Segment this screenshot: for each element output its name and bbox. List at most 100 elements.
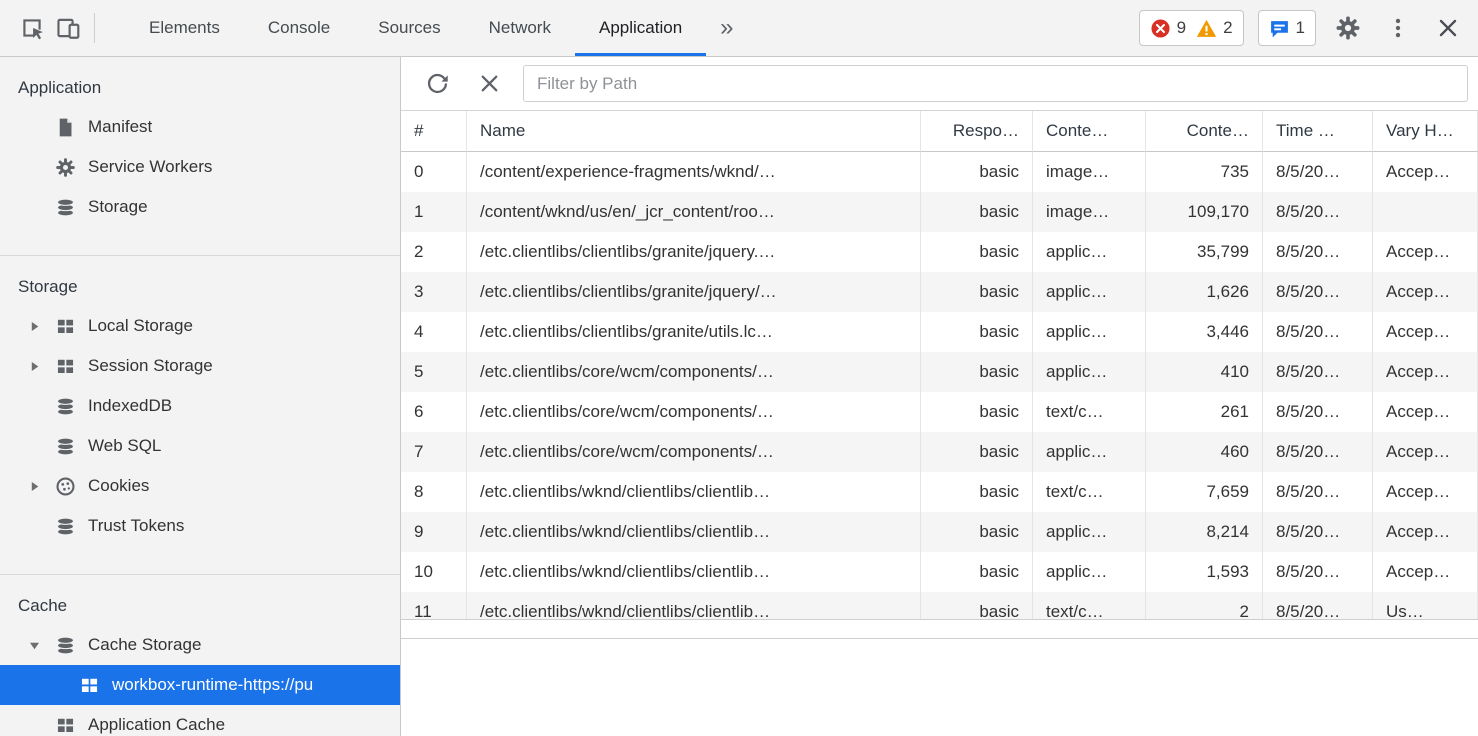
document-icon (54, 116, 76, 138)
cache-row-10[interactable]: 10/etc.clientlibs/wknd/clientlibs/client… (401, 552, 1478, 592)
cell-name: /content/wknd/us/en/_jcr_content/roo… (467, 192, 921, 232)
issues-badge[interactable]: 1 (1258, 10, 1316, 46)
cache-preview-pane (401, 639, 1478, 736)
sidebar-item-local-storage[interactable]: Local Storage (0, 306, 400, 346)
expander-collapsed-icon[interactable] (28, 360, 54, 373)
expander-collapsed-icon[interactable] (28, 320, 54, 333)
cache-row-3[interactable]: 3/etc.clientlibs/clientlibs/granite/jque… (401, 272, 1478, 312)
gear-icon (54, 156, 76, 178)
cell-response-type: basic (921, 552, 1033, 592)
cell-row-index: 8 (401, 472, 467, 512)
table-icon (54, 355, 76, 377)
cell-time-cached: 8/5/20… (1263, 512, 1373, 552)
device-toolbar-button[interactable] (50, 10, 86, 46)
cell-name: /etc.clientlibs/core/wcm/components/… (467, 392, 921, 432)
column-header-row-index[interactable]: # (401, 111, 467, 152)
cache-row-0[interactable]: 0/content/experience-fragments/wknd/…bas… (401, 152, 1478, 192)
errors-warnings-badge[interactable]: 9 2 (1139, 10, 1244, 46)
cell-response-type: basic (921, 512, 1033, 552)
sidebar-item-web-sql[interactable]: Web SQL (0, 426, 400, 466)
cell-time-cached: 8/5/20… (1263, 552, 1373, 592)
sidebar-item-label: Application Cache (88, 715, 225, 735)
column-header-time-cached[interactable]: Time … (1263, 111, 1373, 152)
sidebar-item-label: IndexedDB (88, 396, 172, 416)
cell-content-length: 7,659 (1146, 472, 1263, 512)
tab-application[interactable]: Application (575, 0, 706, 56)
cell-response-type: basic (921, 392, 1033, 432)
cache-row-8[interactable]: 8/etc.clientlibs/wknd/clientlibs/clientl… (401, 472, 1478, 512)
tab-network[interactable]: Network (465, 0, 575, 56)
column-header-response-type[interactable]: Respo… (921, 111, 1033, 152)
filter-by-path-input[interactable] (523, 65, 1468, 102)
kebab-menu-button[interactable] (1380, 10, 1416, 46)
cell-time-cached: 8/5/20… (1263, 352, 1373, 392)
cell-vary-header: Accep… (1373, 552, 1478, 592)
cell-time-cached: 8/5/20… (1263, 272, 1373, 312)
cell-content-type: applic… (1033, 232, 1146, 272)
sidebar-item-indexeddb[interactable]: IndexedDB (0, 386, 400, 426)
cell-content-type: applic… (1033, 432, 1146, 472)
cell-content-type: text/c… (1033, 392, 1146, 432)
cell-content-type: applic… (1033, 312, 1146, 352)
close-devtools-button[interactable] (1430, 10, 1466, 46)
cell-response-type: basic (921, 312, 1033, 352)
cell-row-index: 0 (401, 152, 467, 192)
sidebar-item-manifest[interactable]: Manifest (0, 107, 400, 147)
tab-sources[interactable]: Sources (354, 0, 464, 56)
cache-row-2[interactable]: 2/etc.clientlibs/clientlibs/granite/jque… (401, 232, 1478, 272)
cell-response-type: basic (921, 472, 1033, 512)
refresh-button[interactable] (419, 66, 455, 102)
cache-row-6[interactable]: 6/etc.clientlibs/core/wcm/components/…ba… (401, 392, 1478, 432)
cell-response-type: basic (921, 192, 1033, 232)
more-tabs-button[interactable]: » (706, 14, 747, 42)
cookie-icon (54, 475, 76, 497)
column-header-vary-header[interactable]: Vary H… (1373, 111, 1478, 152)
sidebar-item-storage[interactable]: Storage (0, 187, 400, 227)
cell-response-type: basic (921, 272, 1033, 312)
cell-row-index: 2 (401, 232, 467, 272)
cache-row-7[interactable]: 7/etc.clientlibs/core/wcm/components/…ba… (401, 432, 1478, 472)
cell-content-type: applic… (1033, 512, 1146, 552)
expander-collapsed-icon[interactable] (28, 480, 54, 493)
inspect-element-button[interactable] (14, 10, 50, 46)
cell-response-type: basic (921, 432, 1033, 472)
cell-vary-header: Accep… (1373, 432, 1478, 472)
toolbar-divider (94, 13, 95, 43)
sidebar-item-cookies[interactable]: Cookies (0, 466, 400, 506)
error-badge: 9 (1150, 18, 1186, 39)
cache-row-5[interactable]: 5/etc.clientlibs/core/wcm/components/…ba… (401, 352, 1478, 392)
section-title-storage: Storage (0, 256, 400, 306)
delete-selected-button[interactable] (471, 66, 507, 102)
sidebar-item-label: Session Storage (88, 356, 213, 376)
sidebar-item-trust-tokens[interactable]: Trust Tokens (0, 506, 400, 546)
sidebar-item-label: Local Storage (88, 316, 193, 336)
cell-name: /etc.clientlibs/core/wcm/components/… (467, 352, 921, 392)
sidebar-item-session-storage[interactable]: Session Storage (0, 346, 400, 386)
column-header-name[interactable]: Name (467, 111, 921, 152)
tab-console[interactable]: Console (244, 0, 354, 56)
application-sidebar: ApplicationManifestService WorkersStorag… (0, 57, 401, 736)
sidebar-item-label: Trust Tokens (88, 516, 184, 536)
cell-content-type: applic… (1033, 552, 1146, 592)
cache-row-1[interactable]: 1/content/wknd/us/en/_jcr_content/roo…ba… (401, 192, 1478, 232)
sidebar-item-label: Cache Storage (88, 635, 201, 655)
settings-gear-button[interactable] (1330, 10, 1366, 46)
cell-row-index: 7 (401, 432, 467, 472)
sidebar-item-cache-storage[interactable]: Cache Storage (0, 625, 400, 665)
preview-splitter[interactable] (401, 619, 1478, 639)
sidebar-item-workbox-runtime-https-pu[interactable]: workbox-runtime-https://pu (0, 665, 400, 705)
cell-vary-header: Accep… (1373, 472, 1478, 512)
expander-expanded-icon[interactable] (28, 639, 54, 652)
column-header-content-length[interactable]: Conte… (1146, 111, 1263, 152)
cell-vary-header (1373, 192, 1478, 232)
table-header-row: #NameRespo…Conte…Conte…Time …Vary H… (401, 111, 1478, 152)
cell-vary-header: Accep… (1373, 152, 1478, 192)
cell-content-type: applic… (1033, 352, 1146, 392)
cache-row-4[interactable]: 4/etc.clientlibs/clientlibs/granite/util… (401, 312, 1478, 352)
cache-row-11[interactable]: 11/etc.clientlibs/wknd/clientlibs/client… (401, 592, 1478, 619)
column-header-content-type[interactable]: Conte… (1033, 111, 1146, 152)
cache-row-9[interactable]: 9/etc.clientlibs/wknd/clientlibs/clientl… (401, 512, 1478, 552)
sidebar-item-service-workers[interactable]: Service Workers (0, 147, 400, 187)
sidebar-item-application-cache[interactable]: Application Cache (0, 705, 400, 736)
tab-elements[interactable]: Elements (125, 0, 244, 56)
